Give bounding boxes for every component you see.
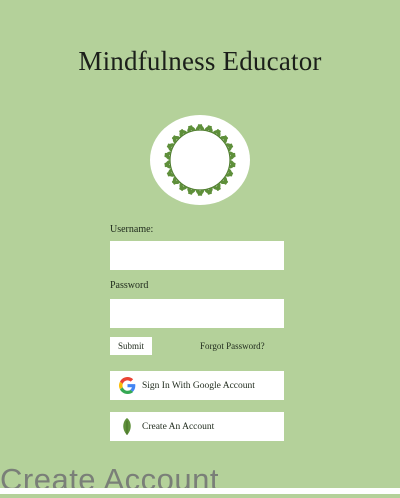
- google-sign-in-label: Sign In With Google Account: [142, 380, 255, 391]
- username-input[interactable]: [110, 241, 284, 270]
- password-label: Password: [110, 280, 149, 291]
- create-account-button[interactable]: Create An Account: [110, 412, 284, 441]
- wreath-icon: [164, 124, 236, 196]
- forgot-password-link[interactable]: Forgot Password?: [200, 341, 265, 351]
- leaf-icon: [118, 417, 136, 436]
- logo-wreath: [150, 115, 250, 205]
- google-g-icon: [118, 377, 136, 395]
- password-input[interactable]: [110, 299, 284, 328]
- google-sign-in-button[interactable]: Sign In With Google Account: [110, 371, 284, 400]
- submit-button[interactable]: Submit: [110, 337, 152, 355]
- footer-strip: [0, 488, 400, 494]
- create-account-label: Create An Account: [142, 421, 215, 432]
- username-label: Username:: [110, 224, 154, 235]
- app-title: Mindfulness Educator: [78, 46, 322, 76]
